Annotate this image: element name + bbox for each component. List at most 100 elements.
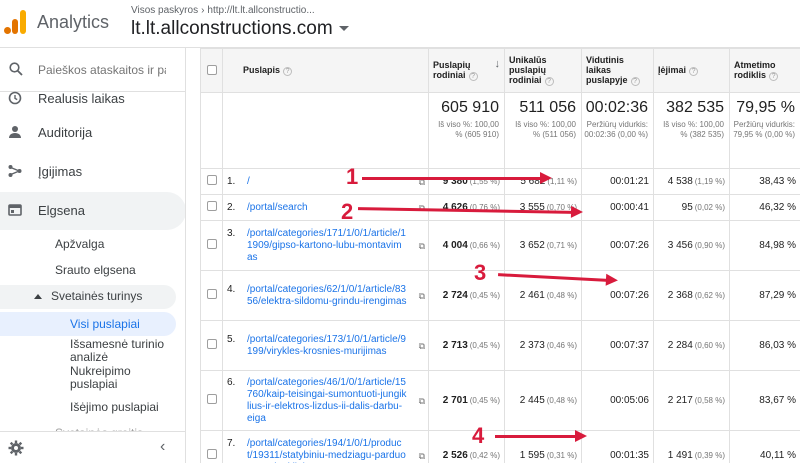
annotation-2: 2 <box>341 199 354 224</box>
unique-cell: 2 445 (0,48 %) <box>504 370 582 431</box>
row-checkbox-cell <box>200 220 223 271</box>
select-all-checkbox[interactable] <box>206 64 217 75</box>
collapse-sidebar-icon[interactable]: ‹ <box>160 438 165 456</box>
open-external-icon[interactable]: ⧉ <box>419 451 425 462</box>
total-note: Iš viso %: 100,00 % (511 056) <box>515 120 576 139</box>
help-icon[interactable]: ? <box>630 76 640 86</box>
unique-pct: (0,46 %) <box>546 341 577 350</box>
help-icon[interactable]: ? <box>283 66 293 76</box>
entrances-pct: (0,02 %) <box>694 203 725 212</box>
gear-icon[interactable] <box>8 440 24 456</box>
sidebar-item-behavior[interactable]: Elgsena <box>0 192 185 230</box>
pageviews-cell: 2 724 (0,45 %) <box>428 270 505 321</box>
annotation-arrow-4 <box>495 430 587 442</box>
totals-row: 605 910 Iš viso %: 100,00 % (605 910) 511… <box>200 92 800 169</box>
sidebar-item-label: Įgijimas <box>38 164 83 179</box>
sidebar-item-realtime[interactable]: Realusis laikas <box>0 80 185 118</box>
table-row: 1. / ⧉ 9 380 (1,55 %) 5 682 (1,11 %) 00:01:21 4 … <box>200 168 800 195</box>
open-external-icon[interactable]: ⧉ <box>419 396 425 407</box>
totals-empty <box>200 92 223 169</box>
entrances-cell: 1 491 (0,39 %) <box>653 430 730 463</box>
app-header: Analytics Visos paskyros › http://lt.lt.al… <box>0 0 800 48</box>
row-checkbox-cell <box>200 194 223 221</box>
sidebar-subitem-landing[interactable]: Nukreipimo puslapiai <box>70 365 170 391</box>
analytics-logo-icon[interactable] <box>4 8 28 34</box>
row-index: 1. <box>227 175 236 187</box>
table-row: 6. /portal/categories/46/1/0/1/article/15… <box>200 370 800 431</box>
page-link[interactable]: /portal/categories/173/1/0/1/article/919… <box>247 334 407 358</box>
help-icon[interactable]: ? <box>544 76 554 86</box>
sidebar-item-audience[interactable]: Auditorija <box>0 114 185 152</box>
row-checkbox-cell <box>200 430 223 463</box>
sidebar-item-acquisition[interactable]: Įgijimas <box>0 153 185 191</box>
sidebar-subitem-label: Svetainės turinys <box>51 289 143 303</box>
annotation-1: 1 <box>346 164 359 189</box>
header-label: Puslapis <box>243 65 281 76</box>
header-unique-pageviews[interactable]: Unikalūs puslapių rodiniai? <box>504 48 582 93</box>
page-link[interactable]: /portal/categories/62/1/0/1/article/8356… <box>247 284 407 308</box>
total-note: Peržiūrų vidurkis: 79,95 % (0,00 %) <box>733 120 795 139</box>
row-checkbox-cell <box>200 320 223 371</box>
totals-empty <box>222 92 429 169</box>
sidebar-subitem-site-content[interactable]: Svetainės turinys <box>0 285 176 309</box>
total-value: 605 910 <box>441 99 499 116</box>
page-cell: 5. /portal/categories/173/1/0/1/article/9… <box>222 320 429 371</box>
row-checkbox[interactable] <box>206 394 217 404</box>
unique-value: 2 461 <box>519 290 545 301</box>
clock-icon <box>8 91 22 105</box>
pageviews-cell: 9 380 (1,55 %) <box>428 168 505 195</box>
row-checkbox[interactable] <box>206 339 217 349</box>
total-note: Iš viso %: 100,00 % (605 910) <box>438 120 499 139</box>
property-selector[interactable]: lt.lt.allconstructions.com <box>131 18 349 40</box>
help-icon[interactable]: ? <box>769 71 779 81</box>
sidebar-subitem-overview[interactable]: Apžvalga <box>55 237 104 251</box>
sort-desc-icon[interactable]: ↓ <box>495 58 501 70</box>
open-external-icon[interactable]: ⧉ <box>419 241 425 252</box>
chevron-right-icon: › <box>201 5 205 16</box>
sidebar-subitem-exit[interactable]: Išėjimo puslapiai <box>70 400 159 414</box>
row-index: 2. <box>227 201 236 213</box>
entrances-cell: 3 456 (0,90 %) <box>653 220 730 271</box>
header-label: Įėjimai <box>658 65 687 76</box>
page-link[interactable]: /portal/categories/46/1/0/1/article/1576… <box>247 377 407 425</box>
page-link[interactable]: /portal/categories/171/1/0/1/article/119… <box>247 228 407 264</box>
header-pageviews[interactable]: ↓ Puslapių rodiniai? <box>428 48 505 93</box>
entrances-pct: (0,62 %) <box>694 291 725 300</box>
row-checkbox[interactable] <box>206 449 217 459</box>
sidebar-subitem-flow[interactable]: Srauto elgsena <box>55 263 136 277</box>
row-checkbox[interactable] <box>206 239 217 249</box>
open-external-icon[interactable]: ⧉ <box>419 291 425 302</box>
pageviews-value: 2 724 <box>442 290 468 301</box>
sidebar: Realusis laikas Auditorija Įgijimas Elgs… <box>0 48 186 463</box>
total-entrances: 382 535 Iš viso %: 100,00 % (382 535) <box>653 92 730 169</box>
row-checkbox[interactable] <box>206 175 217 185</box>
unique-pct: (0,71 %) <box>546 241 577 250</box>
page-cell: 1. / ⧉ <box>222 168 429 195</box>
row-checkbox[interactable] <box>206 289 217 299</box>
breadcrumb-url[interactable]: http://lt.lt.allconstructio... <box>207 5 314 16</box>
page-cell: 4. /portal/categories/62/1/0/1/article/83… <box>222 270 429 321</box>
person-icon <box>9 126 21 138</box>
avg-time-cell: 00:01:35 <box>581 430 654 463</box>
sidebar-subitem-drilldown[interactable]: Išsamesnė turinio analizė <box>70 338 175 364</box>
open-external-icon[interactable]: ⧉ <box>419 341 425 352</box>
header-entrances[interactable]: Įėjimai? <box>653 48 730 93</box>
total-value: 00:02:36 <box>585 99 648 116</box>
breadcrumb-account[interactable]: Visos paskyros <box>131 5 198 16</box>
header-page[interactable]: Puslapis? <box>222 48 429 93</box>
row-index: 5. <box>227 333 236 345</box>
sidebar-subitem-all-pages[interactable]: Visi puslapiai <box>0 312 176 336</box>
entrances-value: 3 456 <box>667 240 693 251</box>
breadcrumb[interactable]: Visos paskyros › http://lt.lt.allconstruct… <box>131 5 315 16</box>
row-checkbox[interactable] <box>206 201 217 211</box>
header-bounce-rate[interactable]: Atmetimo rodiklis? <box>729 48 800 93</box>
header-avg-time[interactable]: Vidutinis laikas puslapyje? <box>581 48 654 93</box>
page-link[interactable]: /portal/categories/194/1/0/1/product/193… <box>247 438 407 463</box>
search-input[interactable] <box>38 61 166 79</box>
avg-time-value: 00:05:06 <box>610 395 649 406</box>
entrances-value: 4 538 <box>667 176 693 187</box>
help-icon[interactable]: ? <box>468 71 478 81</box>
help-icon[interactable]: ? <box>689 66 699 76</box>
table-row: 4. /portal/categories/62/1/0/1/article/83… <box>200 270 800 321</box>
pageviews-pct: (0,45 %) <box>469 341 500 350</box>
